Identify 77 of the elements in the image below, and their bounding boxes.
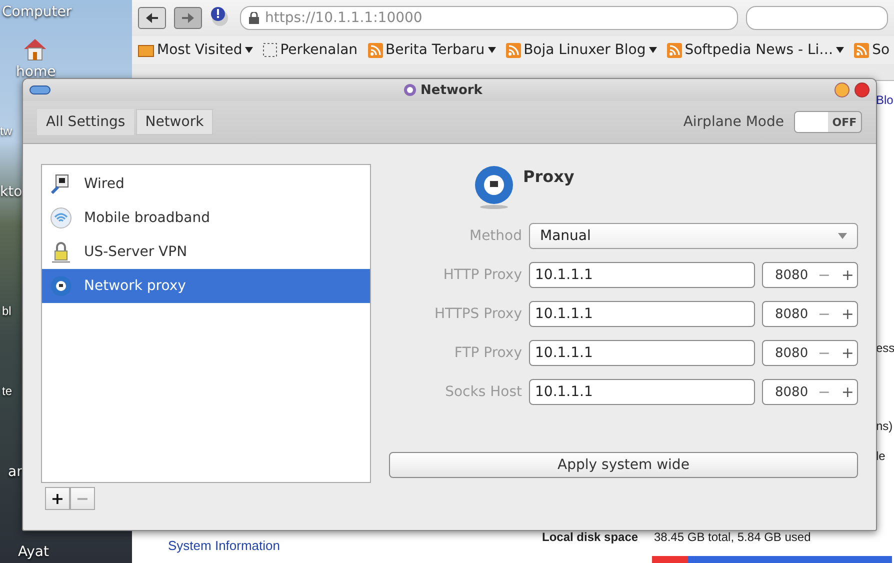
desktop-icon-label: tw xyxy=(0,124,12,138)
bookmark-link[interactable]: Softpedia News - Li… xyxy=(666,42,844,58)
desktop-icon-label: ar xyxy=(8,464,22,480)
proxy-label: FTP Proxy xyxy=(453,345,522,361)
rss-feed-icon xyxy=(506,42,521,58)
method-dropdown[interactable]: Manual xyxy=(529,223,858,249)
airplane-mode-switch[interactable]: OFF xyxy=(794,111,862,133)
port-value: 8080 xyxy=(775,306,810,322)
desktop-icon-label: home xyxy=(16,64,56,80)
window-menu-icon[interactable] xyxy=(29,85,51,95)
rss-feed-icon xyxy=(854,42,870,58)
page-text: le xyxy=(876,449,886,463)
port-value: 8080 xyxy=(775,268,810,282)
port-spinner[interactable]: 8080 − + xyxy=(762,301,858,327)
increment-button[interactable]: + xyxy=(838,266,857,284)
window-title: Network xyxy=(51,82,834,98)
padlock-icon xyxy=(50,241,72,263)
wifi-icon xyxy=(50,207,72,229)
address-bar[interactable]: https://10.1.1.1:10000 xyxy=(240,6,738,30)
close-button[interactable] xyxy=(854,82,870,98)
port-spinner[interactable]: 8080 − + xyxy=(762,262,858,288)
lock-icon xyxy=(249,12,259,24)
rss-feed-icon xyxy=(368,42,383,58)
proxy-label: HTTP Proxy xyxy=(442,267,522,283)
breadcrumb-button[interactable]: All Settings xyxy=(37,109,134,135)
back-arrow-icon xyxy=(146,13,158,23)
port-spinner[interactable]: 8080 − + xyxy=(762,340,858,366)
breadcrumb-button[interactable]: Network xyxy=(136,109,213,135)
forward-button[interactable] xyxy=(174,7,202,29)
apply-system-wide-button[interactable]: Apply system wide xyxy=(389,452,858,478)
host-field[interactable]: 10.1.1.1 xyxy=(529,301,755,327)
page-text: ess xyxy=(876,341,894,355)
minimize-button[interactable] xyxy=(834,82,850,98)
desktop-icon-label: bl xyxy=(2,304,12,318)
section-title: Proxy xyxy=(523,167,574,188)
bookmark-link[interactable]: Most Visited xyxy=(138,42,254,58)
disk-label: Local disk space xyxy=(542,530,638,544)
app-icon xyxy=(402,83,417,97)
disk-value: 38.45 GB total, 5.84 GB used xyxy=(654,530,811,544)
increment-button[interactable]: + xyxy=(838,383,857,401)
device-list-item[interactable]: US-Server VPN xyxy=(42,235,370,269)
add-button[interactable]: + xyxy=(45,487,70,510)
page-text: ns) xyxy=(876,419,893,433)
device-list-item[interactable]: Wired xyxy=(42,167,370,201)
url-text: https://10.1.1.1:10000 xyxy=(265,10,422,26)
folder-icon xyxy=(138,43,154,57)
proxy-label: HTTPS Proxy xyxy=(433,306,522,322)
page-text: Blo xyxy=(876,93,894,107)
port-value: 8080 xyxy=(775,346,810,360)
increment-button[interactable]: + xyxy=(838,344,857,362)
device-list-item[interactable]: Mobile broadband xyxy=(42,201,370,235)
proxy-label: Socks Host xyxy=(444,384,522,400)
desktop-icon-label: kto xyxy=(0,184,22,200)
forward-arrow-icon xyxy=(182,13,194,23)
house-icon xyxy=(22,36,48,62)
host-field[interactable]: 10.1.1.1 xyxy=(529,379,755,405)
rss-feed-icon xyxy=(666,42,682,58)
search-field[interactable] xyxy=(746,6,888,30)
page-icon xyxy=(263,43,278,57)
port-spinner[interactable]: 8080 − + xyxy=(762,379,858,405)
nav-link[interactable]: System Information xyxy=(168,538,280,553)
desktop-icon-label: te xyxy=(2,384,12,398)
increment-button[interactable]: + xyxy=(838,305,857,323)
bookmark-link[interactable]: So xyxy=(854,42,890,58)
method-label: Method xyxy=(468,228,522,244)
bookmark-link[interactable]: Perkenalan xyxy=(263,42,358,58)
airplane-mode-label: Airplane Mode xyxy=(683,114,784,130)
port-value: 8080 xyxy=(775,384,810,400)
bookmark-link[interactable]: Berita Terbaru xyxy=(368,42,496,58)
desktop-icon-label: Computer xyxy=(2,4,72,20)
desktop-icon-label: Ayat xyxy=(18,544,49,560)
bookmark-link[interactable]: Boja Linuxer Blog xyxy=(506,42,657,58)
dropdown-arrow-icon xyxy=(838,233,847,239)
device-list-item[interactable]: Network proxy xyxy=(42,269,370,303)
back-button[interactable] xyxy=(138,7,166,29)
host-field[interactable]: 10.1.1.1 xyxy=(529,262,755,288)
host-field[interactable]: 10.1.1.1 xyxy=(529,340,755,366)
